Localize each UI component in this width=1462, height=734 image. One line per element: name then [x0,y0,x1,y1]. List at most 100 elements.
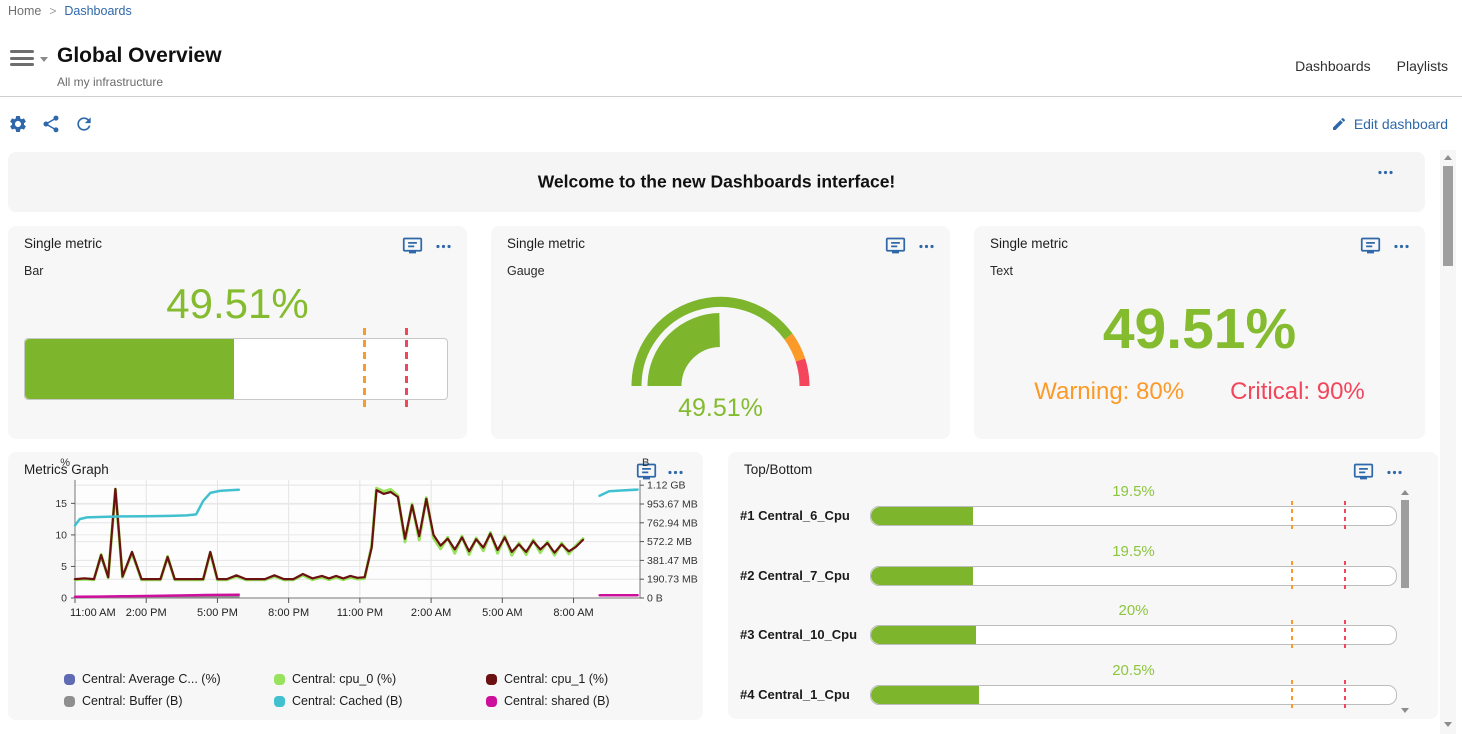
topbottom-value-label: 19.5% [870,483,1397,500]
legend-item[interactable]: Central: Buffer (B) [64,694,274,708]
svg-text:5:00 PM: 5:00 PM [197,607,238,619]
legend-item[interactable]: Central: cpu_1 (%) [486,672,693,686]
pencil-icon [1331,116,1347,132]
edit-dashboard-label: Edit dashboard [1354,116,1448,132]
scroll-down-arrow[interactable] [1444,722,1452,727]
breadcrumb-separator: > [49,4,56,18]
display-icon[interactable] [885,235,906,256]
topbottom-bar-fill [871,507,973,525]
more-menu-icon[interactable] [1385,463,1404,482]
legend-label: Central: cpu_0 (%) [292,672,396,686]
scrollbar-thumb[interactable] [1401,500,1409,588]
metrics-graph-panel: Metrics Graph 0510150 B190.73 MB381.47 M… [8,452,703,720]
warning-threshold-line [363,328,366,412]
legend-marker [274,696,285,707]
warning-threshold-label: Warning: 80% [1034,378,1184,406]
topbottom-rows: 19.5%#1 Central_6_Cpu19.5%#2 Central_7_C… [728,482,1438,720]
display-icon[interactable] [1353,461,1374,482]
dashboard-toolbar [8,114,94,134]
settings-gear-icon[interactable] [8,114,28,134]
topbottom-row: 20% #3 Central_10_Cpu [728,601,1438,661]
topbottom-bar-track [870,685,1397,705]
legend-item[interactable]: Central: cpu_0 (%) [274,672,486,686]
scroll-down-arrow[interactable] [1401,708,1409,713]
legend-marker [64,696,75,707]
metrics-line-chart: 0510150 B190.73 MB381.47 MB572.2 MB762.9… [8,452,703,670]
svg-text:762.94 MB: 762.94 MB [647,517,698,529]
critical-threshold-line [1344,620,1346,650]
single-metric-gauge-panel: Single metric Gauge 49.51% [491,226,950,439]
svg-text:5: 5 [61,561,67,573]
topbottom-row: 19.5%#1 Central_6_Cpu [728,482,1438,542]
welcome-banner: Welcome to the new Dashboards interface! [8,152,1425,212]
topbottom-row-label: #3 Central_10_Cpu [740,627,857,642]
tab-playlists[interactable]: Playlists [1397,58,1448,74]
critical-threshold-line [1344,501,1346,531]
breadcrumb-home-link[interactable]: Home [8,4,41,18]
legend-label: Central: Buffer (B) [82,694,183,708]
topbottom-value-label: 20% [870,602,1397,619]
panel-title: Single metric [990,236,1068,251]
svg-text:0 B: 0 B [647,593,663,605]
page-subtitle: All my infrastructure [57,75,163,89]
topbottom-value-label: 20.5% [870,662,1397,679]
legend-marker [486,696,497,707]
refresh-icon[interactable] [74,114,94,134]
panel-title: Single metric [507,236,585,251]
panel-subtitle: Bar [24,264,43,278]
svg-text:11:00 AM: 11:00 AM [70,607,116,619]
edit-dashboard-button[interactable]: Edit dashboard [1331,116,1448,132]
svg-text:381.47 MB: 381.47 MB [647,555,698,567]
page-scrollbar[interactable] [1440,150,1456,734]
display-icon[interactable] [402,235,423,256]
warning-threshold-line [1291,501,1293,531]
critical-threshold-label: Critical: 90% [1230,378,1365,406]
hamburger-menu-icon[interactable] [10,50,34,66]
legend-label: Central: Average C... (%) [82,672,221,686]
legend-item[interactable]: Central: shared (B) [486,694,693,708]
panel-scrollbar[interactable] [1400,488,1410,716]
svg-text:953.67 MB: 953.67 MB [647,498,698,510]
svg-text:%: % [60,457,70,469]
topbottom-row: 19.5%#2 Central_7_Cpu [728,542,1438,602]
scroll-up-arrow[interactable] [1444,155,1452,160]
panel-subtitle: Gauge [507,264,545,278]
topbottom-row-label: #4 Central_1_Cpu [740,687,850,702]
breadcrumb: Home > Dashboards [8,4,132,18]
panel-title: Single metric [24,236,102,251]
topbottom-row: 20.5% #4 Central_1_Cpu [728,661,1438,721]
svg-text:8:00 AM: 8:00 AM [553,607,593,619]
gauge-chart [491,286,950,391]
more-menu-icon[interactable] [434,237,453,256]
top-bottom-panel: Top/Bottom 19.5%#1 Central_6_Cpu19.5%#2 … [728,452,1438,719]
more-menu-icon[interactable] [1392,237,1411,256]
svg-text:572.2 MB: 572.2 MB [647,536,692,548]
critical-threshold-line [1344,680,1346,710]
legend-item[interactable]: Central: Cached (B) [274,694,486,708]
share-icon[interactable] [41,114,61,134]
legend-marker [274,674,285,685]
more-menu-icon[interactable] [1376,163,1395,182]
svg-text:190.73 MB: 190.73 MB [647,574,698,586]
legend-label: Central: cpu_1 (%) [504,672,608,686]
breadcrumb-dashboards-link[interactable]: Dashboards [64,4,131,18]
scroll-up-arrow[interactable] [1401,490,1409,495]
header-nav-tabs: Dashboards Playlists [1295,58,1448,74]
chevron-down-icon[interactable] [40,57,48,62]
gauge-value-label: 49.51% [491,394,950,423]
tab-dashboards[interactable]: Dashboards [1295,58,1371,74]
svg-text:2:00 AM: 2:00 AM [411,607,451,619]
chart-legend: Central: Average C... (%) Central: cpu_0 … [64,672,693,708]
legend-marker [486,674,497,685]
topbottom-bar-track [870,625,1397,645]
text-value-label: 49.51% [974,296,1425,362]
panel-subtitle: Text [990,264,1013,278]
scrollbar-thumb[interactable] [1443,166,1453,266]
topbottom-bar-fill [871,686,979,704]
legend-label: Central: shared (B) [504,694,610,708]
display-icon[interactable] [1360,235,1381,256]
legend-item[interactable]: Central: Average C... (%) [64,672,274,686]
bar-value-label: 49.51% [8,280,467,328]
svg-text:0: 0 [61,593,67,605]
more-menu-icon[interactable] [917,237,936,256]
